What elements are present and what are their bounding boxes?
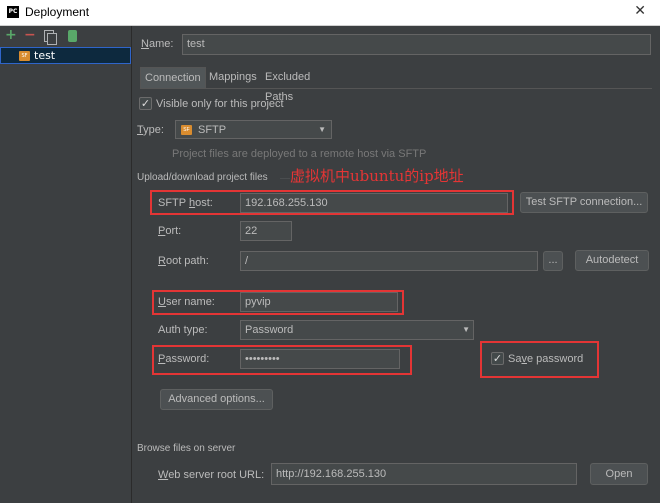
sftp-type-icon: SF xyxy=(181,125,192,135)
tab-mappings[interactable]: Mappings xyxy=(205,67,261,88)
visible-only-label: Visible only for this project xyxy=(156,98,284,110)
ip-annotation: 虚拟机中ubuntu的ip地址 xyxy=(290,167,464,185)
sftp-server-icon: SF xyxy=(19,51,30,61)
port-label: Port: xyxy=(158,225,182,237)
database-icon[interactable] xyxy=(68,30,77,42)
type-value: SFTP xyxy=(198,124,227,136)
root-path-input[interactable]: / xyxy=(240,251,538,271)
chevron-down-icon: ▼ xyxy=(462,325,470,334)
user-name-label: User name: xyxy=(158,296,215,308)
sftp-host-input[interactable]: 192.168.255.130 xyxy=(240,193,508,213)
save-password-checkbox[interactable]: ✓ xyxy=(491,352,504,365)
browse-button[interactable]: ... xyxy=(543,251,563,271)
autodetect-button[interactable]: Autodetect xyxy=(575,250,649,271)
plus-icon[interactable]: + xyxy=(5,28,17,42)
visible-only-checkbox[interactable]: ✓ xyxy=(139,97,152,110)
test-connection-button[interactable]: Test SFTP connection... xyxy=(520,192,648,213)
server-item-test[interactable]: SF test xyxy=(0,47,131,64)
port-input[interactable]: 22 xyxy=(240,221,292,241)
window-title: Deployment xyxy=(25,5,90,19)
upload-section-divider xyxy=(280,178,290,179)
advanced-options-button[interactable]: Advanced options... xyxy=(160,389,273,410)
tab-excluded-paths[interactable]: Excluded Paths xyxy=(261,67,341,103)
save-password-label: Save password xyxy=(508,353,584,365)
password-label: Password: xyxy=(158,353,210,365)
type-hint: Project files are deployed to a remote h… xyxy=(172,148,427,160)
auth-type-select[interactable]: Password ▼ xyxy=(240,320,474,340)
auth-type-value: Password xyxy=(245,324,294,336)
name-input[interactable]: test xyxy=(182,34,651,55)
pycharm-icon: PC xyxy=(7,6,19,18)
type-select[interactable]: SF SFTP ▼ xyxy=(175,120,332,139)
password-input[interactable]: ••••••••• xyxy=(240,349,400,369)
open-button[interactable]: Open xyxy=(590,463,648,485)
browse-section-title: Browse files on server xyxy=(137,443,236,454)
web-root-label: Web server root URL: xyxy=(158,469,265,481)
upload-section-title: Upload/download project files xyxy=(137,172,268,183)
close-icon[interactable]: ✕ xyxy=(634,3,646,19)
root-path-label: Root path: xyxy=(158,255,209,267)
server-item-label: test xyxy=(34,49,56,62)
title-bar: PC Deployment ✕ xyxy=(0,0,660,26)
server-list-panel: + − SF test xyxy=(0,26,132,503)
tab-connection[interactable]: Connection xyxy=(140,67,206,88)
tab-divider xyxy=(140,88,652,89)
sftp-host-label: SFTP host: xyxy=(158,197,213,209)
type-label: Type: xyxy=(137,124,164,136)
auth-type-label: Auth type: xyxy=(158,324,208,336)
minus-icon[interactable]: − xyxy=(24,28,36,42)
web-root-input[interactable]: http://192.168.255.130 xyxy=(271,463,577,485)
copy-icon[interactable] xyxy=(44,30,57,45)
name-label: Name: xyxy=(141,38,174,50)
chevron-down-icon: ▼ xyxy=(318,125,326,134)
user-name-input[interactable]: pyvip xyxy=(240,292,398,312)
